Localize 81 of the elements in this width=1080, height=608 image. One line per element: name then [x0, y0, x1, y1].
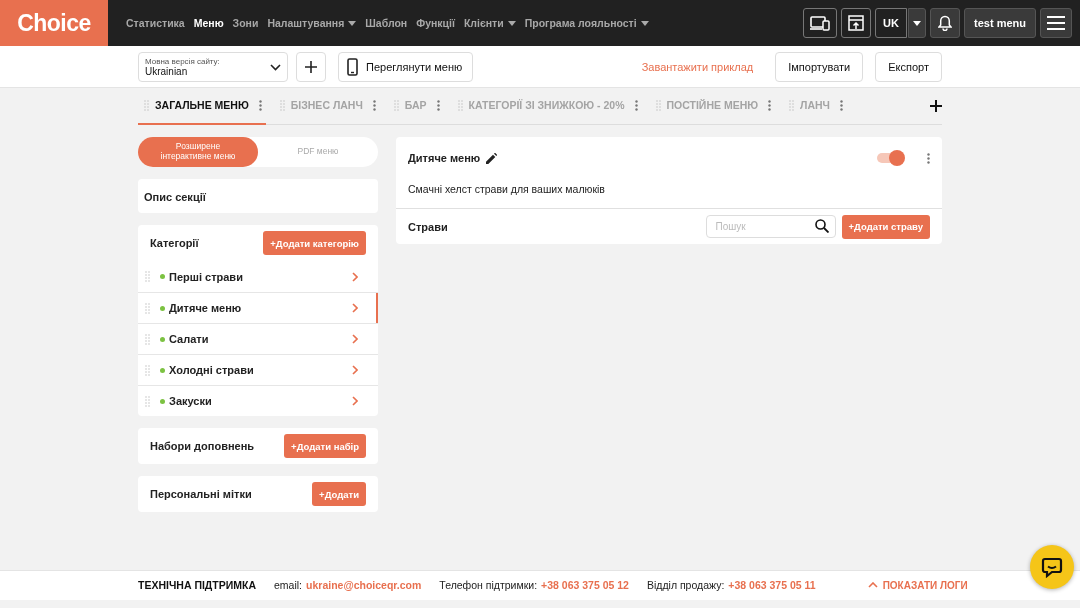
export-button[interactable]: Експорт: [875, 52, 942, 82]
drag-handle-icon[interactable]: [145, 271, 150, 282]
preview-menu-button[interactable]: Переглянути меню: [338, 52, 474, 82]
chevron-right-icon: [352, 303, 358, 313]
chevron-right-icon: [352, 365, 358, 375]
category-row[interactable]: Перші страви: [138, 261, 378, 292]
more-icon: [436, 99, 440, 111]
card-title: Персональні мітки: [150, 488, 252, 500]
devices-button[interactable]: [803, 8, 838, 38]
nav-item[interactable]: Функції: [416, 17, 455, 29]
drag-handle-icon[interactable]: [145, 302, 150, 314]
notifications-button[interactable]: [930, 8, 961, 38]
more-icon: [768, 99, 772, 111]
caret-icon: [507, 20, 516, 26]
card-title: Опис секції: [144, 191, 206, 203]
import-button[interactable]: Імпортувати: [775, 52, 864, 82]
language-select-label: Мовна версія сайту:: [145, 57, 220, 66]
category-description: Смачні хелст страви для ваших малюків: [407, 182, 606, 197]
nav-item[interactable]: Меню: [193, 17, 224, 29]
caret-icon: [640, 20, 649, 26]
nav-item[interactable]: Клієнти: [463, 17, 516, 29]
add-language-button[interactable]: [296, 52, 326, 82]
search-icon: [814, 219, 829, 233]
chevron-up-icon: [867, 582, 878, 588]
nav-item[interactable]: Програма лояльності: [524, 17, 649, 29]
plus-icon: [305, 61, 317, 73]
email-label: email:: [274, 579, 303, 591]
menu-tab[interactable]: ЗАГАЛЬНЕ МЕНЮ: [138, 87, 266, 125]
language-select[interactable]: Мовна версія сайту: Ukrainian: [138, 52, 288, 82]
card-title: Категорії: [150, 237, 199, 249]
edit-icon[interactable]: [486, 152, 498, 164]
phone-icon: [347, 58, 358, 76]
upload-window-icon: [848, 15, 865, 31]
category-name: Холодні страви: [169, 364, 255, 376]
chevron-down-icon: [270, 63, 281, 71]
nav-item[interactable]: Статистика: [126, 17, 185, 29]
more-icon: [258, 99, 262, 111]
add-tab-icon[interactable]: [930, 100, 942, 112]
category-name: Салати: [169, 333, 210, 345]
language-button[interactable]: UK: [875, 8, 908, 38]
drag-handle-icon[interactable]: [145, 364, 150, 376]
chevron-right-icon: [352, 396, 358, 406]
category-name: Закуски: [169, 395, 213, 407]
language-select-value: Ukrainian: [145, 66, 189, 77]
more-icon: [372, 99, 376, 111]
caret-icon: [913, 20, 922, 26]
devices-icon: [810, 15, 831, 31]
category-row[interactable]: Салати: [138, 323, 378, 354]
search-field[interactable]: Пошук: [705, 215, 836, 238]
language-dropdown-button[interactable]: [908, 8, 927, 38]
drag-handle-icon[interactable]: [145, 395, 150, 407]
chevron-right-icon: [352, 271, 358, 282]
menu-icon: [1047, 16, 1065, 30]
chat-button[interactable]: [1030, 545, 1074, 589]
drag-handle-icon[interactable]: [145, 333, 150, 345]
bell-icon: [938, 15, 953, 31]
nav-item[interactable]: Налаштування: [267, 17, 357, 29]
category-name: Перші страви: [169, 270, 244, 283]
phone-label: Телефон підтримки:: [439, 579, 538, 591]
nav-item[interactable]: Зони: [232, 17, 259, 29]
chat-icon: [1041, 556, 1063, 578]
card-title: Набори доповнень: [150, 440, 255, 452]
visibility-toggle[interactable]: [877, 153, 903, 163]
publish-button[interactable]: [841, 8, 872, 38]
category-name: Дитяче меню: [169, 302, 243, 314]
category-row[interactable]: Холодні страви: [138, 354, 378, 385]
user-button[interactable]: test menu: [964, 8, 1036, 38]
category-row[interactable]: Закуски: [138, 385, 378, 416]
caret-icon: [348, 20, 357, 26]
nav-item[interactable]: Шаблон: [365, 17, 408, 29]
more-icon: [840, 99, 843, 111]
sales-label: Відділ продажу:: [646, 579, 725, 591]
category-row[interactable]: Дитяче меню: [138, 292, 378, 323]
menu-button[interactable]: [1040, 8, 1072, 38]
section-description-card[interactable]: Опис секції: [138, 179, 378, 213]
dishes-label: Страви: [408, 220, 448, 233]
more-icon: [634, 99, 638, 111]
chevron-right-icon: [352, 334, 358, 344]
category-title: Дитяче меню: [408, 152, 481, 164]
more-icon[interactable]: [927, 152, 930, 164]
support-title: ТЕХНІЧНА ПІДТРИМКА: [138, 579, 257, 591]
